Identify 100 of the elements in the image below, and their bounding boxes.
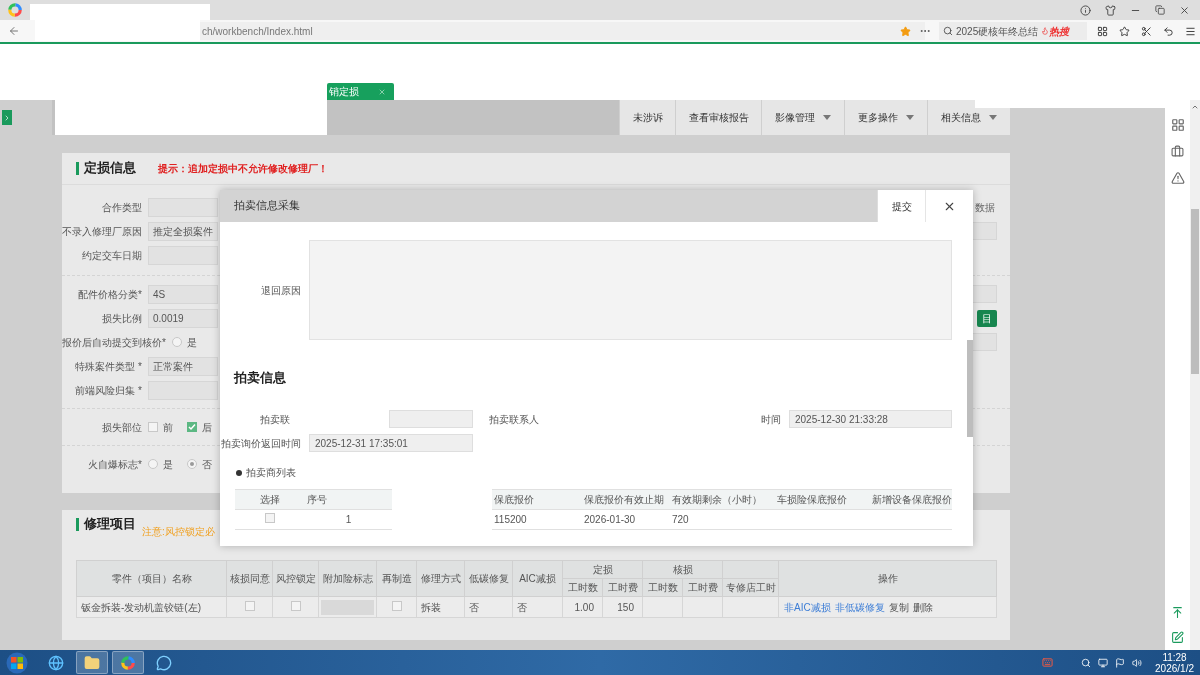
field-label: 损失比例 — [102, 311, 142, 326]
table-cell: 720 — [670, 509, 775, 530]
radio-button[interactable] — [148, 459, 158, 469]
field-label: 前端风险归集 * — [75, 383, 142, 398]
info-icon[interactable] — [1080, 4, 1091, 16]
checkbox[interactable] — [187, 422, 197, 432]
field-label: 退回原因 — [261, 283, 301, 298]
briefcase-icon[interactable] — [1171, 145, 1184, 158]
field-label: 约定交车日期 — [82, 248, 142, 263]
hint-text: 提示：追加定损中不允许修改修理厂！ — [158, 162, 328, 176]
search-field[interactable]: 2025硬核年终总结 热搜 — [939, 22, 1087, 40]
list-title: 拍卖商列表 — [246, 466, 296, 480]
column-header: 车损险保底报价 — [775, 489, 870, 510]
hot-search-badge[interactable]: 热搜 — [1041, 23, 1070, 39]
expand-button[interactable] — [2, 110, 12, 125]
toolbar-button[interactable]: 相关信息 — [927, 100, 1010, 135]
caret-icon — [906, 115, 914, 120]
column-header: 附加险标志 — [318, 560, 377, 597]
checkbox[interactable] — [391, 600, 402, 611]
warning-icon[interactable] — [1170, 171, 1185, 185]
field-label: 拍卖联系人 — [489, 412, 539, 427]
radio-button[interactable] — [187, 459, 197, 469]
volume-icon[interactable] — [1132, 657, 1143, 668]
scroll-up-icon[interactable] — [1191, 103, 1199, 111]
undo-icon[interactable] — [1163, 25, 1174, 37]
field-label: 合作类型 — [102, 200, 142, 215]
back-icon[interactable] — [8, 25, 20, 37]
section-heading: 拍卖信息 — [234, 370, 287, 386]
input-field[interactable]: 2025-12-30 21:33:28 — [789, 410, 952, 428]
row-action-link[interactable]: 复制 — [888, 601, 909, 613]
search-icon[interactable] — [1081, 657, 1092, 668]
caret-icon — [823, 115, 831, 120]
scrollbar-thumb[interactable] — [967, 340, 973, 437]
field-label: 拍卖询价返回时间 — [221, 436, 301, 451]
table-cell: 150 — [602, 596, 643, 618]
start-button[interactable] — [6, 651, 28, 674]
checkbox[interactable] — [148, 422, 158, 432]
star-icon[interactable] — [900, 25, 911, 37]
input-field[interactable]: 4S — [148, 284, 218, 304]
search-text: 2025硬核年终总结 — [956, 24, 1039, 39]
action-button[interactable]: 目 — [977, 309, 997, 327]
row-action-link[interactable]: 非AIC减损 — [784, 601, 831, 613]
apps-icon[interactable] — [1097, 25, 1108, 37]
input-field[interactable] — [148, 245, 218, 265]
table-cell: 钣金拆装-发动机盖铰链(左) — [76, 596, 227, 618]
option-label: 否 — [202, 457, 212, 472]
column-header: 再制造 — [376, 560, 417, 597]
table-cell: 拆装 — [416, 596, 465, 618]
note-text: 注意:风控锁定必 — [142, 524, 215, 539]
field-label: 报价后自动提交到核价* — [62, 335, 166, 350]
toolbar-button[interactable]: 更多操作 — [844, 100, 927, 135]
input-field[interactable]: 2025-12-31 17:35:01 — [309, 434, 473, 452]
flag-icon[interactable] — [1115, 657, 1126, 668]
monitor-icon[interactable] — [1098, 657, 1109, 668]
address-field[interactable]: ch/workbench/Index.html — [200, 22, 925, 40]
row-action-link[interactable]: 删除 — [912, 601, 933, 613]
column-header: 工时费 — [602, 578, 643, 597]
clock-time: 11:28 — [1162, 651, 1187, 663]
input-field[interactable]: 推定全损案件 — [148, 221, 218, 241]
restore-icon[interactable] — [1155, 5, 1165, 15]
toolbar-button[interactable]: 查看审核报告 — [675, 100, 761, 135]
table-cell: 否 — [512, 596, 563, 618]
input-field[interactable]: 0.0019 — [148, 308, 218, 328]
input-field[interactable]: 正常案件 — [148, 356, 218, 376]
input-field[interactable] — [148, 380, 218, 400]
close-button[interactable] — [925, 190, 973, 222]
menu-icon[interactable] — [1185, 25, 1196, 37]
section-title: 定损信息 — [84, 160, 136, 178]
browser-logo-icon[interactable] — [7, 2, 23, 18]
search-icon — [943, 26, 953, 36]
app-logo-icon — [120, 654, 136, 671]
toolbar-button[interactable]: 未涉诉 — [619, 100, 675, 135]
field-label: 数据 — [975, 200, 996, 215]
input-field[interactable] — [148, 197, 218, 217]
grid-icon[interactable] — [1170, 118, 1185, 132]
favorites-icon[interactable] — [1119, 25, 1130, 37]
column-header: 序号 — [305, 489, 392, 510]
scrollbar-thumb[interactable] — [1191, 209, 1199, 374]
edit-icon[interactable] — [1171, 631, 1184, 644]
checkbox[interactable] — [290, 600, 301, 611]
close-icon[interactable] — [1179, 4, 1190, 16]
scissors-icon[interactable] — [1141, 25, 1152, 37]
column-header: 工时费 — [682, 578, 723, 597]
checkbox[interactable] — [265, 513, 275, 523]
row-action-link[interactable]: 非低碳修复 — [834, 601, 885, 613]
field-label: 火自爆标志* — [88, 457, 142, 472]
input-field[interactable] — [389, 410, 473, 428]
toolbar-button[interactable]: 影像管理 — [761, 100, 844, 135]
back-to-top-icon[interactable] — [1171, 606, 1184, 619]
column-header: 保底报价 — [492, 489, 582, 510]
column-header: 选择 — [235, 489, 305, 510]
app-taskbar-icon[interactable] — [112, 651, 144, 674]
keyboard-icon[interactable] — [1042, 657, 1054, 668]
field-label: 时间 — [761, 412, 781, 427]
submit-button[interactable]: 提交 — [877, 190, 925, 222]
checkbox[interactable] — [244, 600, 255, 611]
field-label: 配件价格分类* — [78, 287, 142, 302]
radio-button[interactable] — [171, 337, 182, 347]
folder-taskbar-icon[interactable] — [76, 651, 108, 674]
shirt-icon[interactable] — [1105, 4, 1116, 16]
